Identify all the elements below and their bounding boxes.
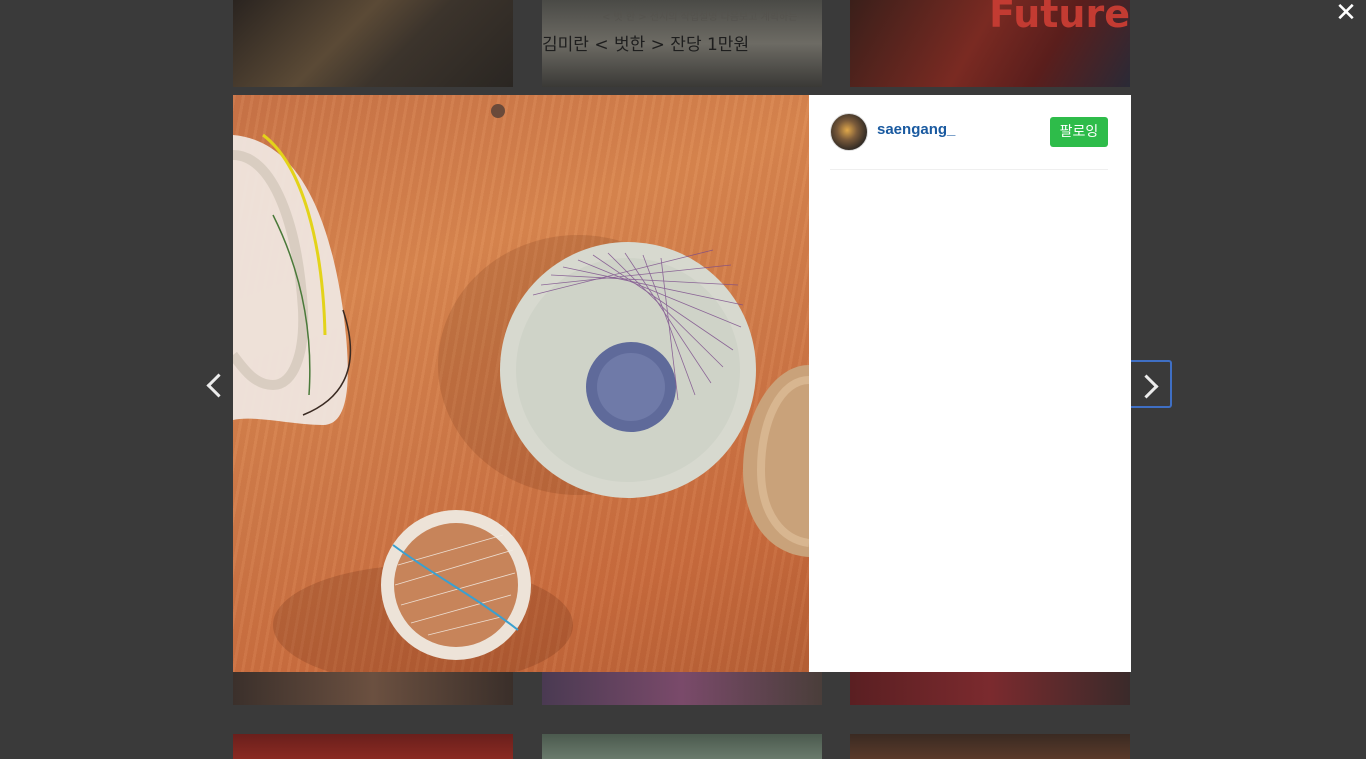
close-button[interactable]: ✕ [1330, 0, 1362, 26]
grid-photo[interactable] [542, 672, 822, 705]
post-photo-art [233, 104, 809, 672]
photo-caption-bottom: 김미란 < 벗한 > 잔당 1만원 [542, 35, 750, 55]
grid-photo[interactable] [850, 734, 1130, 759]
grid-photo[interactable] [233, 734, 513, 759]
next-button[interactable] [1130, 360, 1172, 408]
post-sidebar: saengang_ 팔로잉 [809, 95, 1131, 672]
grid-photo[interactable]: Future [850, 0, 1130, 87]
grid-photo[interactable]: < 벗 한 > 전시의 작업설명 다음보고 계획하는 김미란 < 벗한 > 잔당… [542, 0, 822, 87]
chevron-left-icon [205, 373, 231, 398]
grid-photo[interactable] [542, 734, 822, 759]
photo-caption-future: Future [989, 0, 1130, 36]
post-modal: saengang_ 팔로잉 [233, 95, 1131, 672]
photo-caption-top: < 벗 한 > 전시의 작업설명 다음보고 계획하는 [602, 12, 798, 23]
chevron-right-icon [1133, 374, 1159, 399]
post-header: saengang_ 팔로잉 [830, 113, 1108, 170]
previous-button[interactable] [196, 361, 232, 405]
grid-photo[interactable] [233, 0, 513, 87]
close-icon: ✕ [1335, 0, 1357, 27]
following-button[interactable]: 팔로잉 [1050, 117, 1108, 147]
avatar[interactable] [830, 113, 868, 151]
post-photo [233, 95, 809, 672]
grid-photo[interactable] [850, 672, 1130, 705]
username-link[interactable]: saengang_ [877, 121, 955, 138]
grid-photo[interactable] [233, 672, 513, 705]
